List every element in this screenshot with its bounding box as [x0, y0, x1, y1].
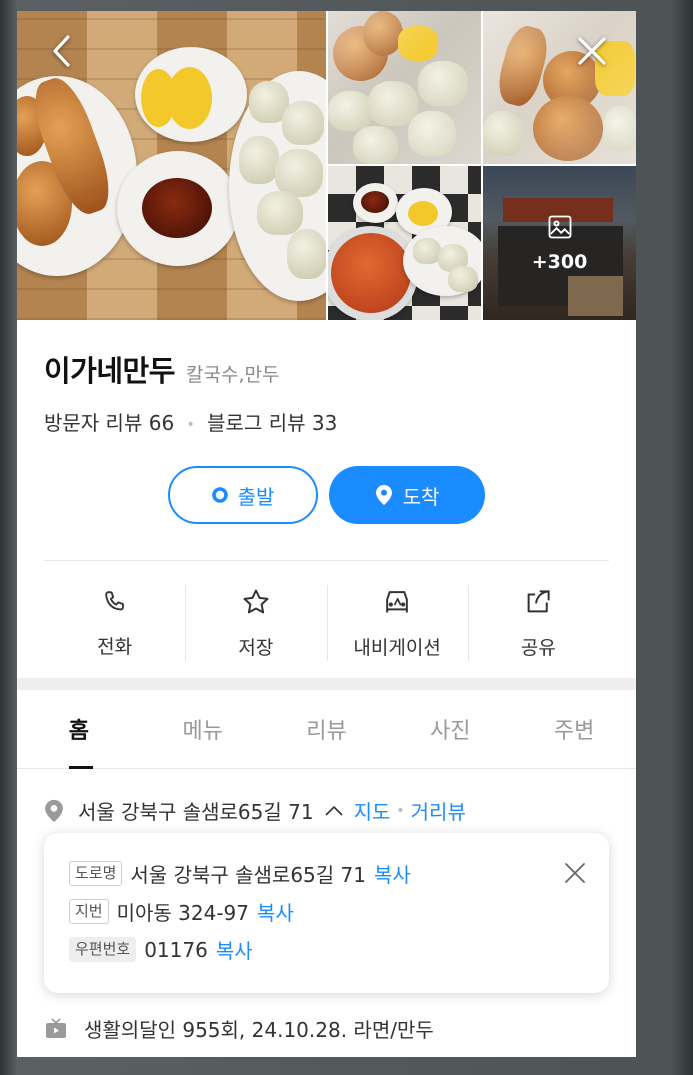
review-summary: 방문자 리뷰 66 • 블로그 리뷰 33	[44, 407, 337, 436]
chevron-left-icon	[48, 34, 76, 72]
road-address-line: 도로명 서울 강북구 솔샘로65길 71 복사	[69, 859, 411, 888]
star-icon	[241, 587, 271, 621]
car-icon	[381, 587, 413, 621]
more-photos-overlay[interactable]: +300	[483, 166, 636, 320]
place-name: 이가네만두	[44, 354, 175, 388]
separator-dot: •	[396, 802, 405, 819]
place-title: 이가네만두 칼국수,만두	[44, 348, 279, 390]
lot-address-tag: 지번	[69, 899, 109, 924]
popup-close-button[interactable]	[559, 859, 591, 891]
tv-icon	[44, 1017, 68, 1041]
close-icon	[564, 862, 586, 888]
tab-menu[interactable]: 메뉴	[141, 690, 265, 768]
street-view-link[interactable]: 거리뷰	[411, 796, 466, 825]
save-button[interactable]: 저장	[185, 571, 326, 676]
copy-zip-code-button[interactable]: 복사	[216, 935, 253, 964]
lot-address: 미아동 324-97	[116, 901, 250, 925]
location-pin-icon	[375, 484, 393, 506]
navigation-button[interactable]: 내비게이션	[326, 571, 468, 676]
road-address: 서울 강북구 솔샘로65길 71	[130, 863, 366, 887]
back-button[interactable]	[42, 33, 82, 73]
call-label: 전화	[97, 636, 133, 658]
share-button[interactable]: 공유	[467, 571, 609, 676]
tab-bar: 홈 메뉴 리뷰 사진 주변	[17, 690, 636, 769]
tab-photos[interactable]: 사진	[388, 690, 512, 768]
tab-reviews[interactable]: 리뷰	[265, 690, 389, 768]
copy-road-address-button[interactable]: 복사	[374, 859, 411, 888]
chevron-up-icon[interactable]	[324, 804, 344, 818]
tv-appearance-text: 생활의달인 955회, 24.10.28. 라면/만두	[84, 1018, 434, 1042]
location-pin-icon	[44, 798, 64, 824]
route-start-label: 출발	[237, 484, 275, 509]
road-address-tag: 도로명	[69, 861, 123, 886]
route-arrive-button[interactable]: 도착	[329, 466, 485, 524]
photo-thumb-3[interactable]	[328, 166, 481, 320]
separator-dot: •	[186, 416, 195, 433]
photo-grid: +300	[17, 11, 636, 320]
address-summary[interactable]: 서울 강북구 솔샘로65길 71	[78, 796, 314, 825]
section-divider	[17, 678, 636, 690]
visitor-review-link[interactable]: 방문자 리뷰 66	[44, 411, 174, 435]
more-photos-count: +300	[531, 251, 588, 273]
place-category: 칼국수,만두	[186, 364, 280, 386]
place-detail-panel: +300 이가네만두 칼국수,만두 방문자 리뷰 66 • 블로그 리뷰 33 …	[17, 11, 636, 1057]
photo-thumb-2[interactable]	[483, 11, 636, 164]
zip-code-line: 우편번호 01176 복사	[69, 935, 253, 964]
lot-address-line: 지번 미아동 324-97 복사	[69, 897, 294, 926]
save-label: 저장	[238, 637, 274, 659]
share-icon	[523, 587, 553, 621]
address-details-popup: 도로명 서울 강북구 솔샘로65길 71 복사 지번 미아동 324-97 복사…	[44, 833, 609, 993]
zip-code: 01176	[144, 937, 208, 962]
map-link[interactable]: 지도	[354, 796, 391, 825]
address-row: 서울 강북구 솔샘로65길 71 지도 • 거리뷰	[44, 796, 466, 825]
phone-icon	[101, 588, 129, 620]
blog-review-link[interactable]: 블로그 리뷰 33	[207, 411, 337, 435]
tab-nearby[interactable]: 주변	[512, 690, 636, 768]
zip-code-tag: 우편번호	[69, 937, 137, 962]
call-button[interactable]: 전화	[44, 571, 185, 676]
divider	[44, 560, 609, 561]
action-bar: 전화 저장 내비게이션 공유	[44, 571, 609, 676]
route-arrive-label: 도착	[402, 484, 440, 509]
close-button[interactable]	[572, 33, 612, 73]
image-icon	[546, 213, 574, 245]
photo-thumb-1[interactable]	[328, 11, 481, 164]
share-label: 공유	[520, 637, 556, 659]
tab-home[interactable]: 홈	[17, 690, 141, 769]
navigation-label: 내비게이션	[353, 637, 441, 659]
tv-appearance-row: 생활의달인 955회, 24.10.28. 라면/만두	[44, 1014, 434, 1043]
close-icon	[576, 35, 608, 71]
copy-lot-address-button[interactable]: 복사	[257, 897, 294, 926]
start-point-icon	[211, 487, 228, 503]
route-start-button[interactable]: 출발	[168, 466, 318, 524]
